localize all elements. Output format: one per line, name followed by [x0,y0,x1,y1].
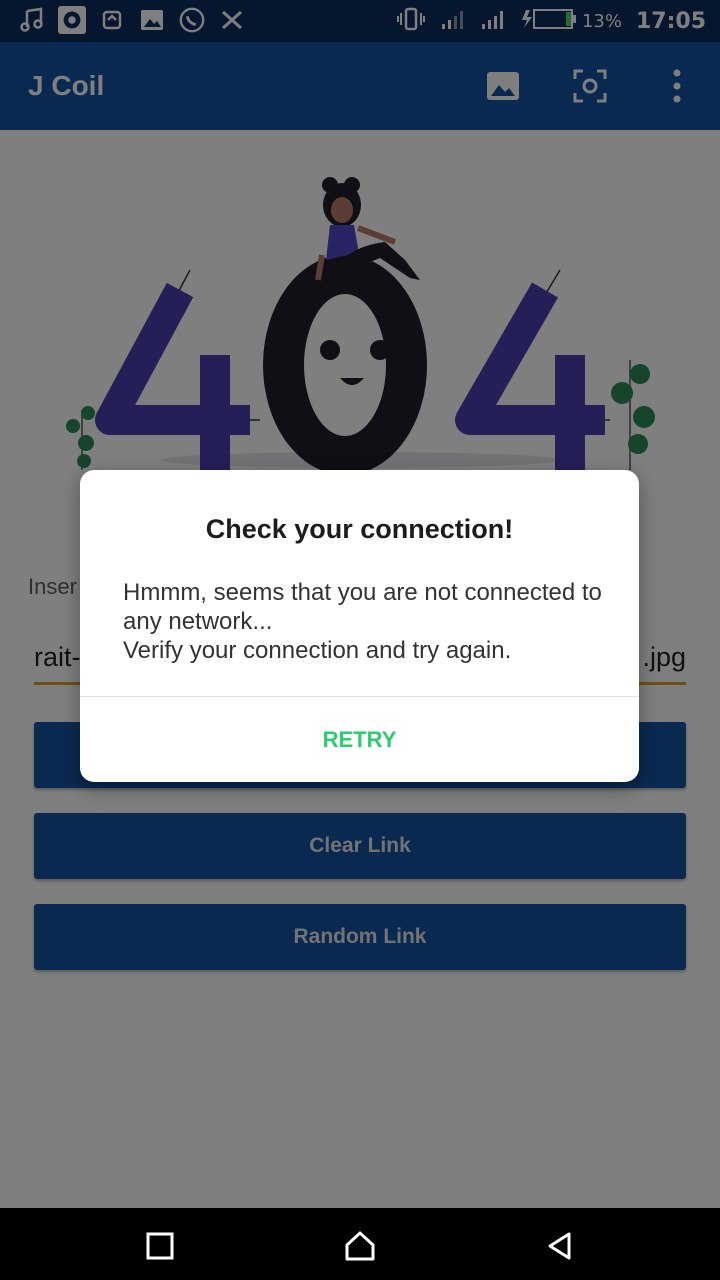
dialog-message: Hmmm, seems that you are not connected t… [123,578,613,665]
navigation-bar [0,1208,720,1280]
connection-dialog: Check your connection! Hmmm, seems that … [80,470,639,782]
home-icon [345,1231,375,1261]
home-button[interactable] [340,1226,380,1266]
recents-button[interactable] [140,1226,180,1266]
back-button[interactable] [540,1226,580,1266]
back-triangle-icon [548,1232,571,1260]
retry-button[interactable]: RETRY [80,697,639,782]
dialog-message-line2: Verify your connection and try again. [123,637,512,664]
dialog-message-line1: Hmmm, seems that you are not connected t… [123,579,602,635]
square-icon [146,1232,174,1260]
dialog-title: Check your connection! [205,514,514,544]
